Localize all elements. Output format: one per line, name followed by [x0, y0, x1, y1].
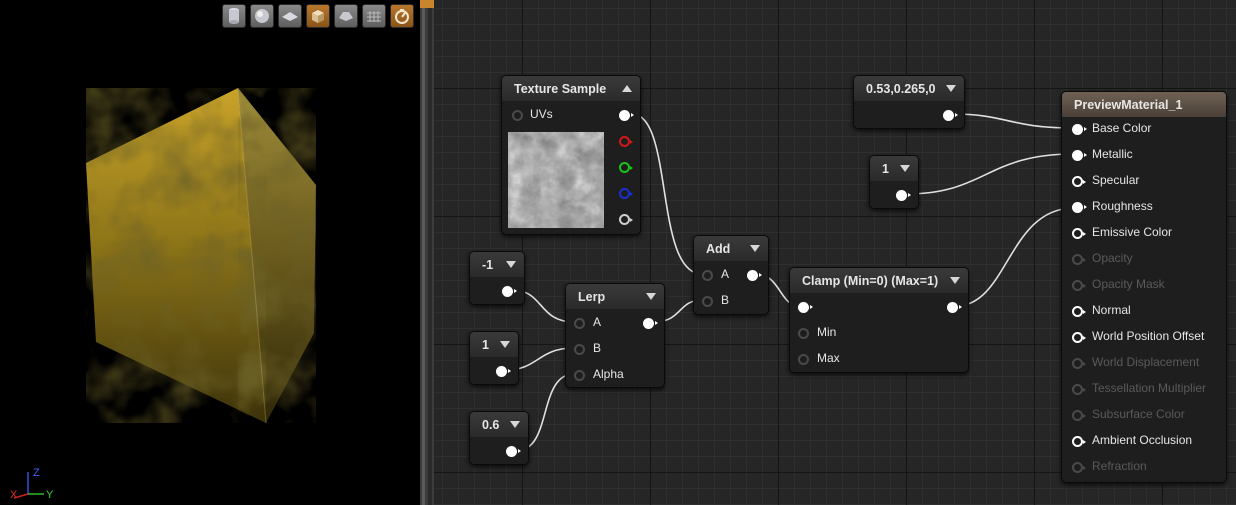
wire-1-to-metallic — [905, 153, 1075, 195]
material-input-pin-7[interactable] — [1072, 306, 1086, 317]
b-output-pin[interactable] — [619, 188, 633, 199]
constant-output-pin[interactable] — [896, 190, 911, 201]
a-output-pin[interactable] — [619, 214, 633, 225]
material-input-pin-6 — [1072, 280, 1086, 291]
material-input-pin-10 — [1072, 384, 1086, 395]
material-input-pin-13 — [1072, 462, 1086, 473]
wire-clamp-to-roughness — [955, 207, 1075, 307]
material-input-pin-5 — [1072, 254, 1086, 265]
r-output-pin[interactable] — [619, 136, 633, 147]
material-input-label: World Displacement — [1092, 355, 1200, 369]
material-input-pin-0[interactable] — [1072, 124, 1087, 135]
constant-0-6-node[interactable]: 0.6 — [469, 411, 529, 465]
lerp-a-input-pin[interactable] — [574, 318, 585, 329]
lerp-output-pin[interactable] — [643, 318, 658, 329]
clamp-input-pin[interactable] — [798, 302, 813, 313]
clamp-max-label: Max — [817, 351, 840, 365]
material-input-pin-11 — [1072, 410, 1086, 421]
constant3vector-output-pin[interactable] — [943, 110, 958, 121]
constant-value: 0.6 — [482, 417, 500, 432]
constant-value: 1 — [482, 337, 489, 352]
material-input-pin-3[interactable] — [1072, 202, 1087, 213]
material-input-label: Opacity Mask — [1092, 277, 1165, 291]
material-input-pin-9 — [1072, 358, 1086, 369]
expand-arrow-icon[interactable] — [510, 421, 520, 428]
axis-x-label: X — [10, 489, 18, 501]
lerp-b-label: B — [593, 341, 602, 355]
material-input-label: Ambient Occlusion — [1092, 433, 1193, 447]
constant-1-node[interactable]: 1 — [469, 331, 519, 385]
material-input-label: Base Color — [1092, 121, 1152, 135]
material-input-label: Normal — [1092, 303, 1131, 317]
panel-splitter[interactable] — [420, 0, 434, 505]
wire-texture-to-add-a — [631, 113, 703, 275]
expand-arrow-icon[interactable] — [506, 261, 516, 268]
clamp-min-input-pin[interactable] — [798, 328, 809, 339]
constant-output-pin[interactable] — [496, 366, 511, 377]
material-input-pin-2[interactable] — [1072, 176, 1086, 187]
texture-thumbnail — [508, 132, 604, 228]
expand-arrow-icon[interactable] — [750, 245, 760, 252]
add-node[interactable]: Add A B — [693, 235, 769, 315]
constant-neg1-node[interactable]: -1 — [469, 251, 525, 305]
constant-output-pin[interactable] — [506, 446, 521, 457]
lerp-a-label: A — [593, 315, 602, 329]
wire-color-to-basecolor — [951, 113, 1075, 129]
material-input-label: Metallic — [1092, 147, 1133, 161]
lerp-alpha-label: Alpha — [593, 367, 624, 381]
material-input-pin-12[interactable] — [1072, 436, 1086, 447]
expand-arrow-icon[interactable] — [646, 293, 656, 300]
constant-value: -1 — [482, 257, 494, 272]
material-input-label: World Position Offset — [1092, 329, 1205, 343]
clamp-max-input-pin[interactable] — [798, 354, 809, 365]
clamp-title: Clamp (Min=0) (Max=1) — [802, 273, 939, 288]
constant-1-metallic-node[interactable]: 1 — [869, 155, 919, 209]
material-input-label: Refraction — [1092, 459, 1147, 473]
clamp-node[interactable]: Clamp (Min=0) (Max=1) Min Max — [789, 267, 969, 373]
add-b-label: B — [721, 293, 730, 307]
axis-z-label: Z — [33, 467, 40, 479]
material-input-label: Specular — [1092, 173, 1140, 187]
material-input-label: Subsurface Color — [1092, 407, 1185, 421]
uvs-label: UVs — [530, 107, 553, 121]
texture-sample-node[interactable]: Texture Sample UVs — [501, 75, 641, 235]
preview-cube — [86, 87, 316, 424]
constant3vector-value: 0.53,0.265,0 — [866, 81, 936, 96]
material-input-label: Emissive Color — [1092, 225, 1173, 239]
material-input-label: Tessellation Multiplier — [1092, 381, 1207, 395]
add-a-label: A — [721, 267, 730, 281]
lerp-title: Lerp — [578, 289, 606, 304]
constant-value: 1 — [882, 161, 889, 176]
add-output-pin[interactable] — [747, 270, 762, 281]
constant-output-pin[interactable] — [502, 286, 517, 297]
rgb-output-pin[interactable] — [619, 110, 634, 121]
material-preview-viewport[interactable]: Z Y X — [0, 0, 420, 505]
material-graph-canvas[interactable]: Texture Sample UVs 0.53,0.265,0 1 -1 1 0… — [434, 0, 1236, 505]
constant3vector-node[interactable]: 0.53,0.265,0 — [853, 75, 965, 129]
material-result-node[interactable]: PreviewMaterial_1 Base Color Metallic Spec… — [1061, 91, 1227, 483]
expand-arrow-icon[interactable] — [500, 341, 510, 348]
clamp-min-label: Min — [817, 325, 837, 339]
material-input-pin-8[interactable] — [1072, 332, 1086, 343]
axis-y-label: Y — [46, 489, 54, 501]
expand-arrow-icon[interactable] — [900, 165, 910, 172]
material-input-pin-4[interactable] — [1072, 228, 1086, 239]
add-title: Add — [706, 241, 731, 256]
material-input-label: Opacity — [1092, 251, 1133, 265]
lerp-alpha-input-pin[interactable] — [574, 370, 585, 381]
texture-sample-title: Texture Sample — [514, 81, 607, 96]
lerp-b-input-pin[interactable] — [574, 344, 585, 355]
uvs-input-pin[interactable] — [512, 110, 523, 121]
add-a-input-pin[interactable] — [702, 270, 713, 281]
material-title: PreviewMaterial_1 — [1074, 97, 1183, 112]
lerp-node[interactable]: Lerp A B Alpha — [565, 283, 665, 388]
add-b-input-pin[interactable] — [702, 296, 713, 307]
expand-arrow-icon[interactable] — [946, 85, 956, 92]
g-output-pin[interactable] — [619, 162, 633, 173]
clamp-output-pin[interactable] — [947, 302, 962, 313]
material-input-label: Roughness — [1092, 199, 1153, 213]
material-input-pin-1[interactable] — [1072, 150, 1087, 161]
expand-arrow-icon[interactable] — [950, 277, 960, 284]
collapse-arrow-icon[interactable] — [622, 85, 632, 92]
